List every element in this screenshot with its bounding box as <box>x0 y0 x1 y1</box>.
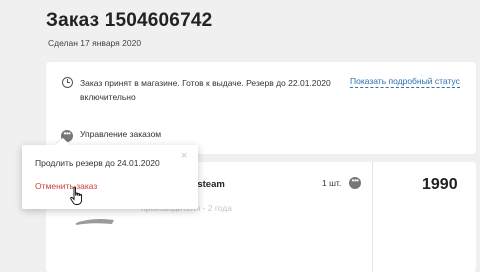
order-date: Сделан 17 января 2020 <box>48 38 142 48</box>
more-dots-icon[interactable]: ••• <box>349 177 361 189</box>
item-quantity: 1 шт. <box>322 178 342 188</box>
order-actions-menu: × Продлить резерв до 24.01.2020 Отменить… <box>22 137 198 209</box>
order-status-card: Заказ принят в магазине. Готов к выдаче.… <box>46 62 476 154</box>
order-status-text: Заказ принят в магазине. Готов к выдаче.… <box>80 78 331 102</box>
divider <box>372 162 373 272</box>
manage-order-button[interactable]: Управление заказом <box>80 129 161 139</box>
page-title: Заказ 1504606742 <box>46 10 213 31</box>
clock-icon <box>62 77 73 88</box>
hand-pointer-icon <box>70 186 83 205</box>
show-detailed-status-link[interactable]: Показать подробный статус <box>350 76 460 88</box>
item-price: 1990 <box>422 176 458 193</box>
extend-reserve-menu-item[interactable]: Продлить резерв до 24.01.2020 <box>35 158 160 168</box>
product-image <box>76 219 114 225</box>
close-icon[interactable]: × <box>181 151 187 162</box>
cancel-order-menu-item[interactable]: Отменить заказ <box>35 181 97 191</box>
